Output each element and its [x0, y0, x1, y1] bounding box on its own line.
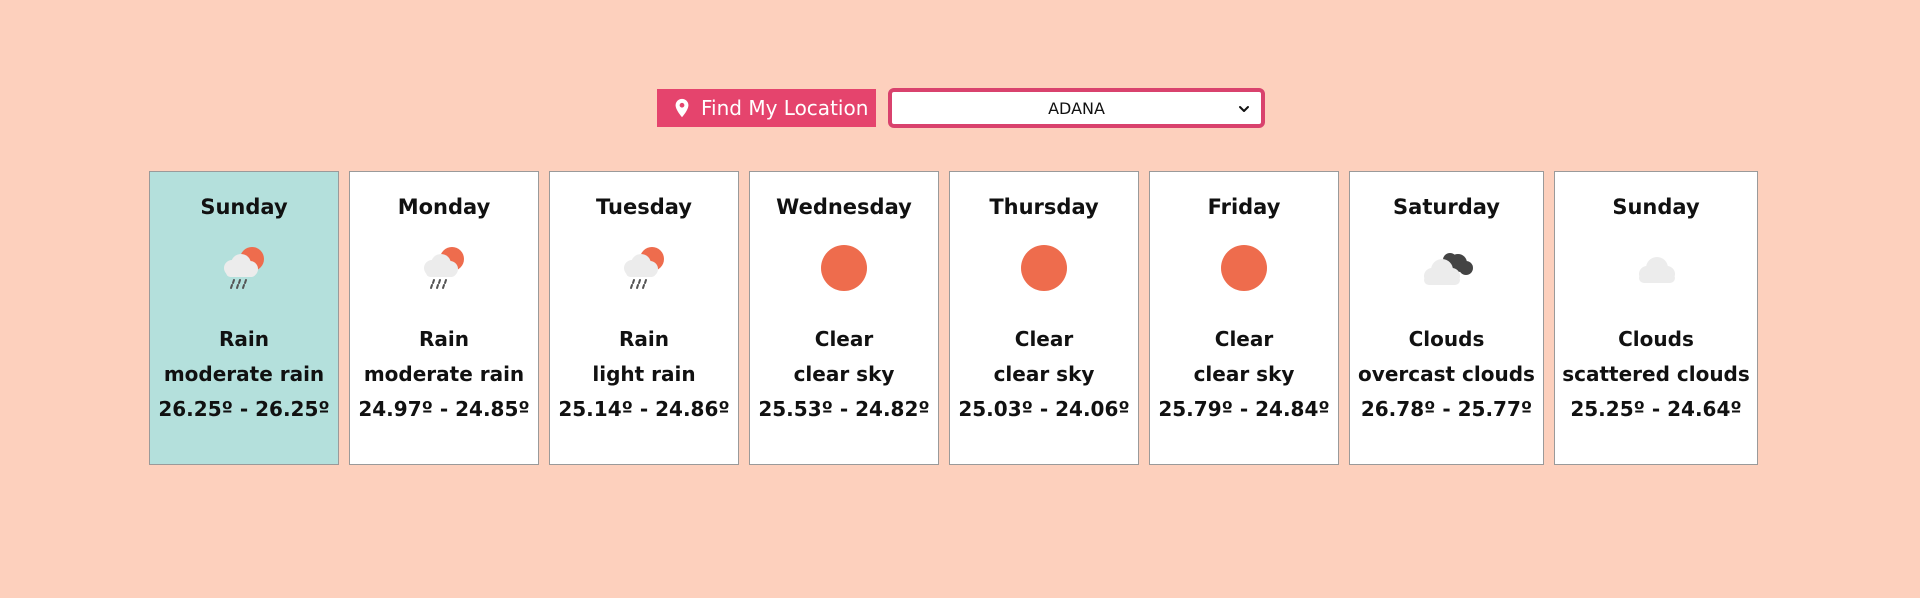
forecast-condition: Clear [1214, 327, 1274, 351]
cloud-icon [1555, 239, 1757, 297]
forecast-day: Sunday [200, 195, 288, 219]
forecast-condition: Clouds [1618, 327, 1694, 351]
forecast-card-thursday[interactable]: Thursday Clear clear sky 25.03º - 24.06º [949, 171, 1139, 465]
forecast-day: Wednesday [776, 195, 912, 219]
forecast-temperature: 25.14º - 24.86º [558, 397, 730, 421]
forecast-card-saturday[interactable]: Saturday Clouds overcast clouds 26.78º - 25… [1349, 171, 1544, 465]
forecast-temperature: 24.97º - 24.85º [358, 397, 530, 421]
forecast-temperature: 26.78º - 25.77º [1360, 397, 1533, 421]
forecast-condition: Clouds [1408, 327, 1485, 351]
forecast-temperature: 25.25º - 24.64º [1570, 397, 1742, 421]
forecast-temperature: 25.03º - 24.06º [958, 397, 1130, 421]
forecast-condition: Rain [419, 327, 469, 351]
city-select-value: ADANA [1048, 98, 1105, 118]
forecast-condition: Clear [1014, 327, 1074, 351]
forecast-condition: Clear [814, 327, 874, 351]
forecast-card-friday[interactable]: Friday Clear clear sky 25.79º - 24.84º [1149, 171, 1339, 465]
forecast-temperature: 25.79º - 24.84º [1158, 397, 1330, 421]
forecast-day: Sunday [1612, 195, 1700, 219]
forecast-temperature: 25.53º - 24.82º [758, 397, 930, 421]
rain-sun-icon [150, 239, 338, 297]
rain-sun-icon [550, 239, 738, 297]
sun-icon [950, 239, 1138, 297]
overcast-clouds-icon [1350, 239, 1543, 297]
forecast-day: Tuesday [596, 195, 692, 219]
forecast-card-sunday[interactable]: Sunday Rain moderate rain 26.25º - 26.25º [149, 171, 339, 465]
forecast-description: overcast clouds [1358, 362, 1535, 386]
sun-icon [1150, 239, 1338, 297]
forecast-card-tuesday[interactable]: Tuesday Rain light rain 25.14º - 24.86º [549, 171, 739, 465]
forecast-card-monday[interactable]: Monday Rain moderate rain 24.97º - 24.85º [349, 171, 539, 465]
map-pin-icon [671, 97, 693, 119]
forecast-day: Friday [1207, 195, 1281, 219]
forecast-description: moderate rain [363, 362, 525, 386]
city-select[interactable]: ADANA [888, 88, 1265, 128]
forecast-card-wednesday[interactable]: Wednesday Clear clear sky 25.53º - 24.82º [749, 171, 939, 465]
forecast-temperature: 26.25º - 26.25º [158, 397, 330, 421]
location-controls: Find My Location ADANA [657, 88, 1265, 128]
sun-icon [750, 239, 938, 297]
forecast-day: Monday [397, 195, 491, 219]
forecast-condition: Rain [619, 327, 669, 351]
forecast-card-sunday[interactable]: Sunday Clouds scattered clouds 25.25º - 24.… [1554, 171, 1758, 465]
forecast-day: Saturday [1393, 195, 1500, 219]
forecast-description: scattered clouds [1562, 362, 1750, 386]
forecast-description: clear sky [993, 362, 1095, 386]
forecast-condition: Rain [219, 327, 269, 351]
forecast-description: clear sky [1193, 362, 1295, 386]
chevron-down-icon [1237, 101, 1251, 115]
forecast-description: light rain [592, 362, 696, 386]
forecast-description: clear sky [793, 362, 895, 386]
forecast-day: Thursday [989, 195, 1099, 219]
find-my-location-button[interactable]: Find My Location [657, 89, 876, 127]
find-my-location-label: Find My Location [701, 96, 869, 120]
forecast-description: moderate rain [163, 362, 325, 386]
rain-sun-icon [350, 239, 538, 297]
